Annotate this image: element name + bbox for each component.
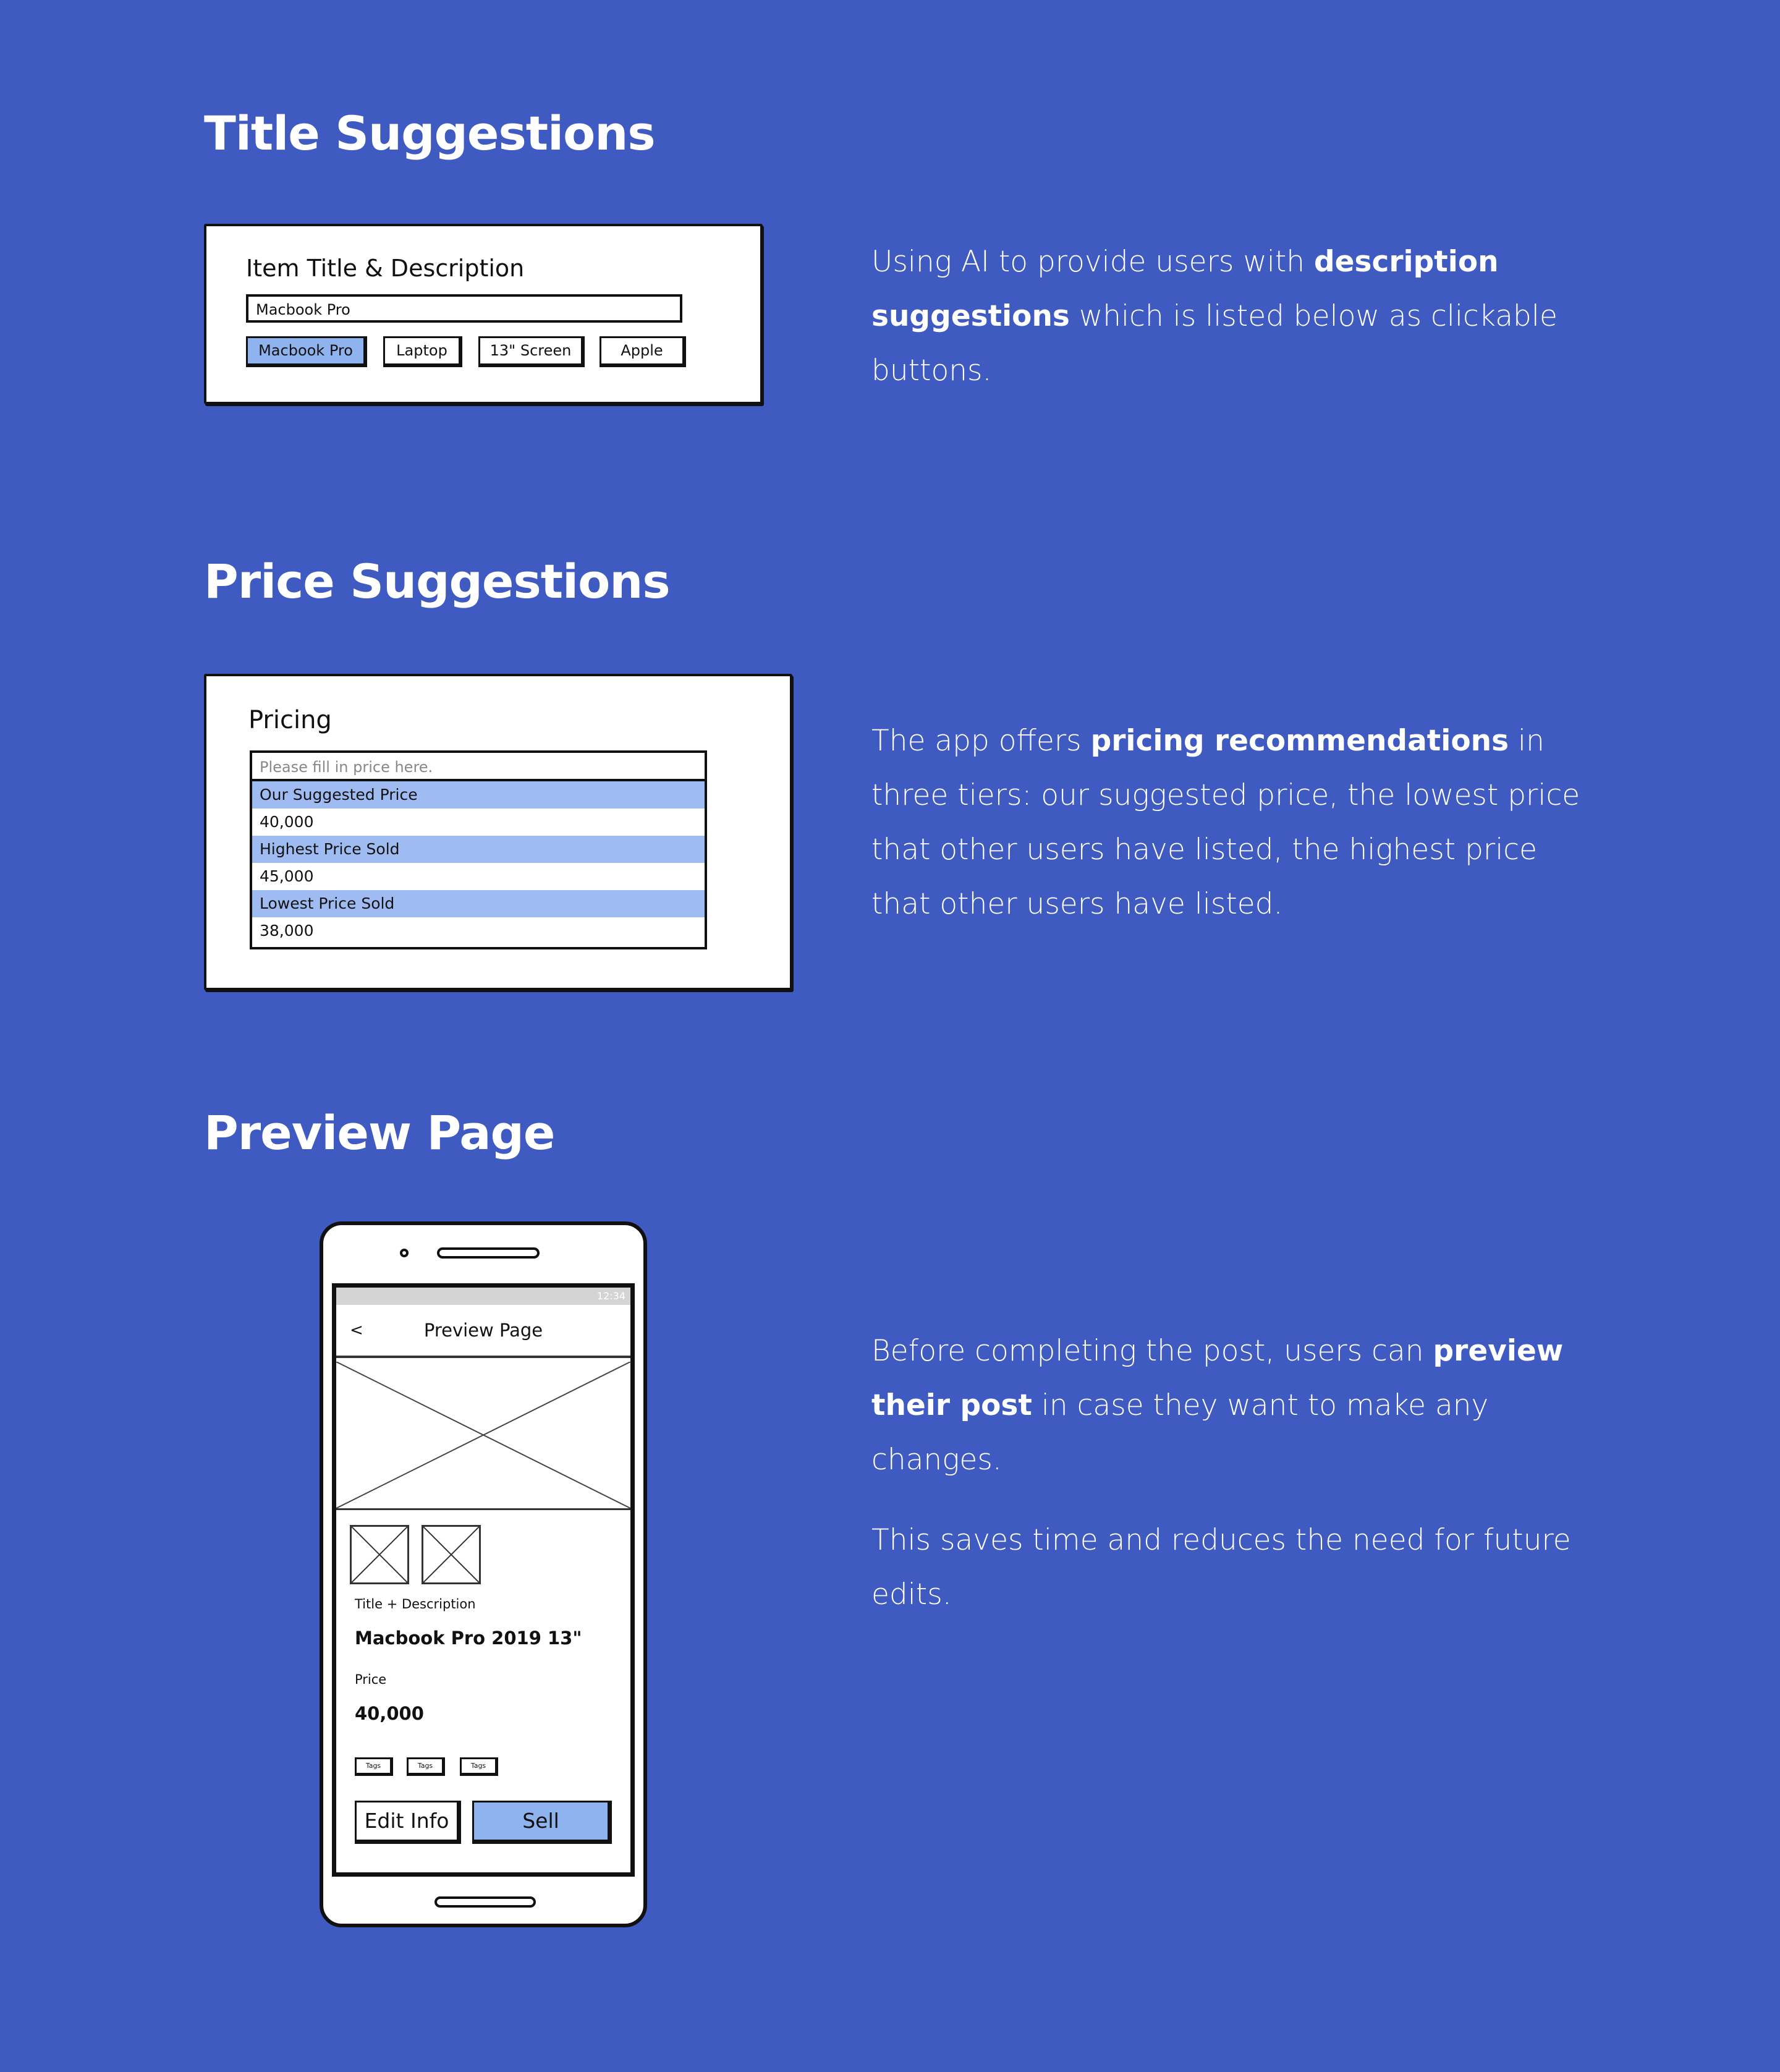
app-bar-title: Preview Page <box>423 1320 543 1341</box>
status-bar: 12:34 <box>336 1288 630 1305</box>
tag-chip[interactable]: Tags <box>407 1757 445 1776</box>
price-tier-label[interactable]: Our Suggested Price <box>252 781 705 809</box>
tag-chip[interactable]: Tags <box>460 1757 498 1776</box>
item-title-label: Item Title & Description <box>246 255 525 282</box>
price-input[interactable]: Please fill in price here. <box>250 750 707 781</box>
price-tier-label[interactable]: Lowest Price Sold <box>252 890 705 917</box>
price-dropdown-list: Our Suggested Price 40,000 Highest Price… <box>250 781 707 949</box>
camera-icon <box>400 1249 409 1257</box>
preview-page-heading: Preview Page <box>204 1105 555 1160</box>
item-title-input[interactable]: Macbook Pro <box>246 294 682 323</box>
price-tier-value[interactable]: 40,000 <box>252 809 705 836</box>
suggestion-chip[interactable]: Apple <box>600 336 686 367</box>
status-time: 12:34 <box>596 1290 625 1302</box>
price-tier-value[interactable]: 38,000 <box>252 917 705 945</box>
pricing-wireframe: Pricing Please fill in price here. Our S… <box>204 674 792 990</box>
phone-wireframe: 12:34 < Preview Page Title + Description <box>320 1221 647 1927</box>
title-suggestions-heading: Title Suggestions <box>204 106 656 161</box>
price-tier-value[interactable]: 45,000 <box>252 863 705 890</box>
suggestion-chip[interactable]: 13" Screen <box>478 336 585 367</box>
sell-button[interactable]: Sell <box>472 1801 612 1844</box>
tag-chip[interactable]: Tags <box>355 1757 393 1776</box>
price-suggestions-description: The app offers pricing recommendations i… <box>871 724 1580 921</box>
title-suggestions-wireframe: Item Title & Description Macbook Pro Mac… <box>204 224 763 404</box>
price-suggestions-heading: Price Suggestions <box>204 554 671 609</box>
image-placeholder <box>336 1362 630 1510</box>
edit-info-button[interactable]: Edit Info <box>355 1801 461 1844</box>
suggestion-chip[interactable]: Laptop <box>383 336 462 367</box>
app-bar: < Preview Page <box>336 1305 630 1358</box>
speaker-icon <box>437 1247 540 1259</box>
thumbnail-placeholder[interactable] <box>422 1525 481 1584</box>
pricing-label: Pricing <box>248 706 332 734</box>
home-button-icon <box>434 1896 536 1908</box>
price-value: 40,000 <box>355 1703 424 1724</box>
price-tier-label[interactable]: Highest Price Sold <box>252 836 705 863</box>
thumbnail-placeholder[interactable] <box>350 1525 409 1584</box>
preview-page-description: Before completing the post, users can pr… <box>871 1334 1571 1611</box>
item-title-value: Macbook Pro 2019 13" <box>355 1628 582 1649</box>
price-label: Price <box>355 1672 387 1687</box>
phone-screen: 12:34 < Preview Page Title + Description <box>332 1283 635 1877</box>
title-suggestions-description: Using AI to provide users with descripti… <box>871 245 1558 388</box>
suggestion-chip[interactable]: Macbook Pro <box>246 336 367 367</box>
title-description-label: Title + Description <box>355 1597 476 1611</box>
